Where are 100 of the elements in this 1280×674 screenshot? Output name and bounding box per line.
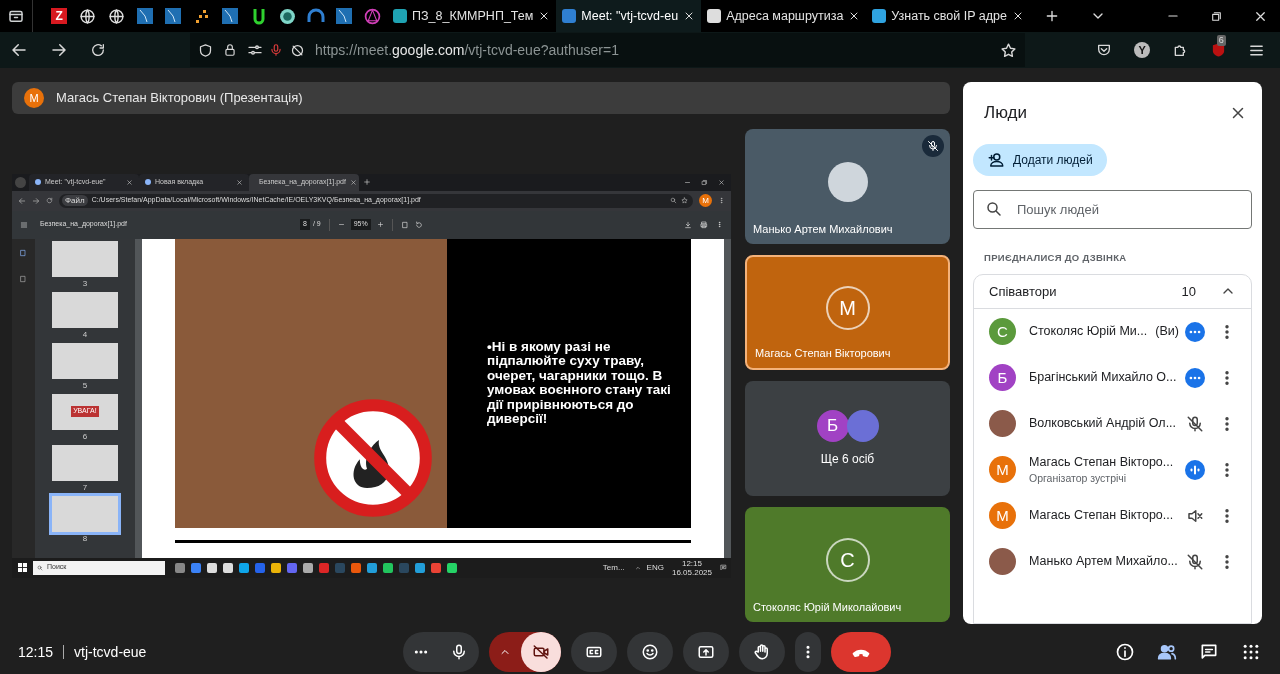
people-icon: [1157, 642, 1177, 662]
taskbar-app-icon: [431, 562, 441, 573]
tab-search-icon: [15, 176, 26, 188]
avatar: Б: [989, 364, 1016, 392]
search-field[interactable]: Пошук людей: [973, 189, 1252, 229]
mic-off-icon: [1186, 552, 1204, 571]
bookmark-star-icon[interactable]: [1000, 41, 1017, 59]
forward-icon[interactable]: [50, 41, 68, 59]
add-people-button[interactable]: Додати людей: [973, 143, 1107, 176]
participant-group-header[interactable]: Співавтори 10: [974, 274, 1251, 309]
menu-icon: [716, 221, 723, 228]
close-icon: [236, 178, 243, 186]
avatar-photo: [989, 548, 1016, 576]
pinned-tab-icon[interactable]: [222, 8, 239, 24]
camera-off-icon: [532, 643, 550, 661]
profile-avatar[interactable]: Y: [1134, 42, 1151, 58]
section-heading: ПРИЄДНАЛИСЯ ДО ДЗВІНКА: [984, 250, 1128, 265]
tab-favicon-icon: [562, 9, 577, 23]
weather-text: Tem...: [602, 561, 625, 574]
leave-call-button[interactable]: [831, 632, 891, 672]
pinned-tab-icon[interactable]: [193, 8, 210, 24]
taskbar-app-icon: [319, 562, 329, 573]
browser-tab[interactable]: Узнать свой IP адре: [866, 0, 1030, 32]
notification-icon: [720, 564, 727, 571]
apps-icon: [1241, 642, 1261, 662]
bookmark-star-icon: [681, 197, 688, 204]
pinned-tab-icon[interactable]: Z: [51, 8, 68, 24]
browser-tab[interactable]: Адреса маршрутиза: [701, 0, 867, 32]
pocket-icon[interactable]: [1096, 42, 1113, 58]
camera-button[interactable]: [521, 632, 561, 672]
tab-favicon-icon: [393, 9, 408, 23]
pinned-tab-icon[interactable]: [278, 7, 296, 25]
pinned-tab-icon[interactable]: [336, 8, 353, 24]
pinned-tab-icon[interactable]: [306, 8, 325, 24]
back-icon[interactable]: [10, 41, 28, 59]
microphone-icon: [450, 643, 468, 661]
page-thumbnail[interactable]: [51, 444, 118, 481]
reload-icon[interactable]: [90, 42, 106, 58]
close-icon: [126, 178, 133, 186]
participant-name: Стоколяс Юрій Ми...: [1029, 323, 1148, 341]
taskbar-app-icon: [287, 562, 297, 573]
menu-icon: [20, 220, 28, 229]
pinned-tab-icon[interactable]: [165, 8, 182, 24]
page-thumbnail[interactable]: [51, 342, 118, 379]
page-thumbnail[interactable]: [51, 240, 118, 277]
reactions-button[interactable]: [627, 632, 673, 672]
restore-icon[interactable]: [1209, 9, 1223, 23]
taskbar-app-icon: [271, 562, 281, 573]
close-icon: [718, 178, 725, 186]
download-icon: [684, 220, 692, 229]
page-number: 7: [82, 482, 88, 493]
globe-icon[interactable]: [107, 7, 125, 25]
taskbar-app-icon: [399, 562, 409, 573]
participant-row[interactable]: Волковський Андрій Ол...: [974, 400, 1251, 447]
pinned-tab-icon[interactable]: [136, 8, 153, 24]
meeting-code: vtj-tcvd-eue: [74, 642, 147, 662]
globe-icon[interactable]: [79, 7, 97, 25]
page-thumbnail[interactable]: [51, 291, 118, 328]
reload-icon: [46, 197, 53, 204]
outline-icon: [19, 274, 28, 283]
participant-row[interactable]: Б Брагінський Михайло О...: [974, 354, 1251, 401]
chevron-up-icon: [634, 564, 641, 571]
captions-button[interactable]: [571, 632, 617, 672]
new-tab-icon: [363, 178, 371, 186]
url-text: https://meet.google.com/vtj-tcvd-eue?authuser=1: [315, 40, 619, 60]
participant-row[interactable]: М Магась Степан Вікторо... Організатор зустрічі: [974, 446, 1251, 493]
speaking-indicator-icon: [1185, 459, 1205, 480]
taskbar-app-icon: [367, 562, 377, 573]
participant-name: Брагінський Михайло О...: [1029, 369, 1177, 387]
restore-icon: [701, 178, 708, 186]
tab-title: ПЗ_8_КММРНП_Тем: [412, 7, 534, 25]
raise-hand-button[interactable]: [739, 632, 785, 672]
meeting-time: 12:15: [18, 642, 54, 662]
page-thumbnail[interactable]: [51, 495, 118, 532]
info-button[interactable]: [1114, 641, 1136, 663]
avatar: Б: [816, 409, 849, 442]
more-participants: Ще 6 осіб: [820, 450, 875, 468]
participant-row[interactable]: Манько Артем Михайло...: [974, 538, 1251, 585]
participant-row[interactable]: С Стоколяс Юрій Ми... (Ви): [974, 308, 1251, 355]
more-options-button[interactable]: [795, 632, 821, 672]
participant-row[interactable]: М Магась Степан Вікторо...: [974, 492, 1251, 539]
browser-tab[interactable]: Meet: "vtj-tcvd-eu: [556, 0, 702, 32]
present-button[interactable]: [683, 632, 729, 672]
taskbar-app-icon: [383, 562, 393, 573]
taskbar-app-icon: [191, 562, 201, 573]
pinned-tab-icon[interactable]: [251, 7, 266, 25]
camera-off-icon[interactable]: [290, 42, 305, 58]
language-indicator: ENG: [646, 561, 664, 574]
pinned-tab-icon[interactable]: [364, 7, 382, 25]
microphone-icon[interactable]: [269, 43, 283, 57]
browser-tab[interactable]: ПЗ_8_КММРНП_Тем: [387, 0, 557, 32]
search-icon: [985, 199, 1003, 218]
participant-role: Організатор зустрічі: [1029, 471, 1128, 487]
avatar: М: [825, 285, 870, 330]
avatar-photo: [989, 410, 1016, 438]
taskbar-app-icon: [239, 562, 249, 573]
panel-title: Люди: [984, 102, 1027, 124]
address-bar[interactable]: https://meet.google.com/vtj-tcvd-eue?authuser=1: [190, 33, 1025, 67]
participant-name: Стоколяс Юрій Миколайович: [753, 599, 902, 615]
presenter-label: Магась Степан Вікторович (Презентація): [56, 89, 303, 108]
